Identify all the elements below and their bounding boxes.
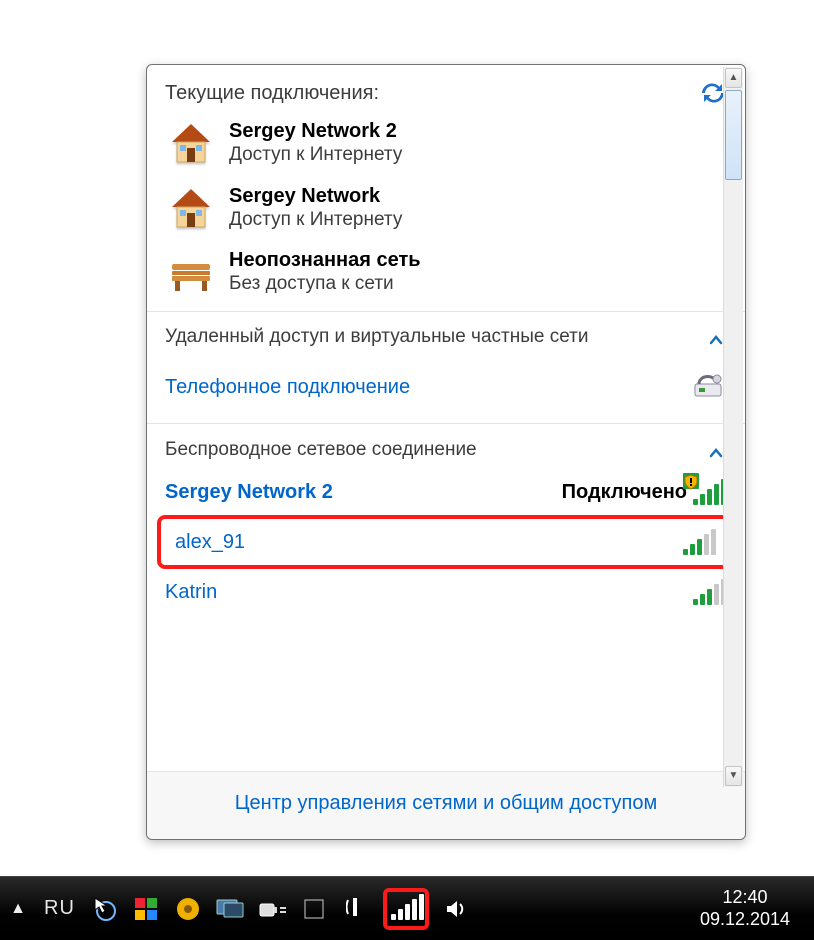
clock-date: 09.12.2014 [690, 909, 800, 931]
network-flyout: Текущие подключения: [146, 64, 746, 840]
home-network-icon [167, 119, 215, 167]
network-tray-icon[interactable] [391, 894, 421, 924]
wifi-ssid: alex_91 [175, 531, 683, 554]
wifi-group-label: Беспроводное сетевое соединение [165, 439, 477, 461]
signal-strength-icon [693, 579, 727, 605]
selected-wifi-highlight: alex_91 [157, 515, 735, 569]
wifi-network-item[interactable]: Sergey Network 2 Подключено [147, 469, 745, 515]
network-center-link[interactable]: Центр управления сетями и общим доступом [235, 792, 658, 814]
dialup-item[interactable]: Телефонное подключение [147, 356, 745, 424]
scroll-thumb[interactable] [725, 90, 742, 180]
wifi-network-item[interactable]: alex_91 [169, 525, 723, 559]
cursor-tray-icon[interactable] [89, 894, 119, 924]
network-center-link-row: Центр управления сетями и общим доступом [147, 771, 745, 839]
taskbar: ▲ RU [0, 876, 814, 940]
scrollbar[interactable]: ▲ ▼ [723, 67, 743, 787]
signal-strength-icon [683, 529, 717, 555]
vpn-group-header[interactable]: Удаленный доступ и виртуальные частные с… [147, 312, 745, 356]
volume-tray-icon[interactable] [441, 894, 471, 924]
show-hidden-icons-button[interactable]: ▲ [8, 900, 28, 918]
wifi-network-item[interactable]: Katrin [147, 569, 745, 615]
tray-network-highlight [383, 888, 429, 930]
vpn-group-label: Удаленный доступ и виртуальные частные с… [165, 326, 588, 348]
current-connections-title: Текущие подключения: [165, 82, 379, 105]
bench-network-icon [167, 249, 215, 297]
signal-strength-icon [693, 479, 727, 505]
taskbar-clock[interactable]: 12:40 09.12.2014 [690, 887, 800, 930]
yellow-app-tray-icon[interactable] [173, 894, 203, 924]
connection-status: Доступ к Интернету [229, 143, 725, 168]
wifi-ssid: Katrin [165, 581, 693, 604]
connection-item[interactable]: Неопознанная сеть Без доступа к сети [165, 242, 727, 307]
modem-icon [693, 370, 727, 405]
system-tray [89, 888, 678, 930]
current-connections-section: Текущие подключения: [147, 65, 745, 312]
connection-item[interactable]: Sergey Network 2 Доступ к Интернету [165, 113, 727, 178]
clock-time: 12:40 [690, 887, 800, 909]
connection-name: Sergey Network 2 [229, 119, 725, 143]
connection-item[interactable]: Sergey Network Доступ к Интернету [165, 178, 727, 243]
connection-name: Неопознанная сеть [229, 248, 725, 272]
display-tray-icon[interactable] [215, 894, 245, 924]
wifi-status: Подключено [562, 481, 687, 504]
language-indicator[interactable]: RU [44, 897, 75, 920]
connection-status: Доступ к Интернету [229, 208, 725, 233]
wifi-group-header[interactable]: Беспроводное сетевое соединение [147, 424, 745, 469]
power-tray-icon[interactable] [257, 894, 287, 924]
connection-name: Sergey Network [229, 184, 725, 208]
security-tray-icon[interactable] [131, 894, 161, 924]
warning-shield-icon [683, 473, 699, 489]
scroll-up-button[interactable]: ▲ [725, 68, 742, 88]
dialup-link[interactable]: Телефонное подключение [165, 376, 410, 399]
blank-tray-icon[interactable] [299, 894, 329, 924]
action-center-tray-icon[interactable] [341, 894, 371, 924]
home-network-icon [167, 184, 215, 232]
scroll-down-button[interactable]: ▼ [725, 766, 742, 786]
wifi-ssid: Sergey Network 2 [165, 481, 562, 504]
connection-status: Без доступа к сети [229, 272, 725, 297]
